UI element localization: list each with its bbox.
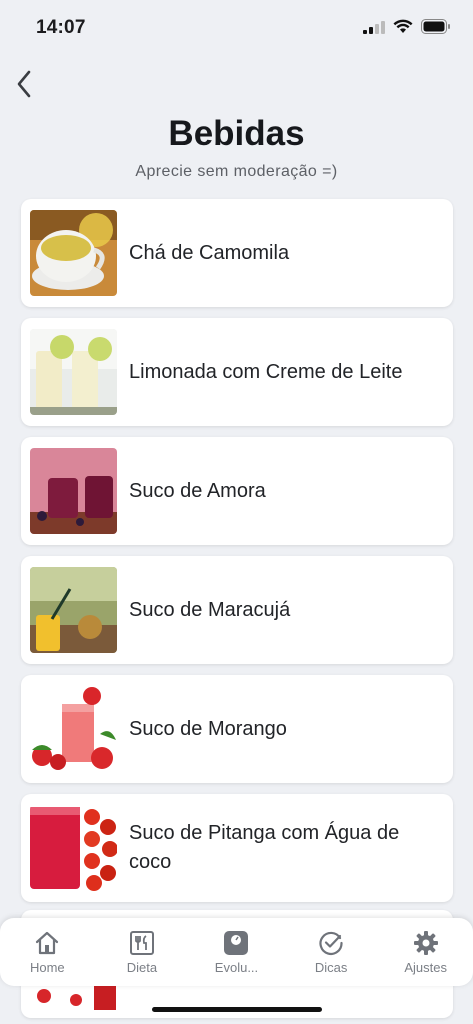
drink-card-limonada-com-creme-de-leite[interactable]: Limonada com Creme de Leite [21, 318, 453, 426]
drink-thumbnail [30, 686, 117, 772]
drink-card-suco-de-morango[interactable]: Suco de Morango [21, 675, 453, 783]
status-icons [363, 19, 451, 34]
chevron-left-icon [17, 70, 31, 98]
drink-thumbnail [30, 329, 117, 415]
tab-label: Dieta [126, 959, 158, 975]
drink-thumbnail [30, 567, 117, 653]
tab-evolution[interactable]: Evolu... [191, 930, 281, 975]
drink-label: Chá de Camomila [129, 241, 290, 264]
page-subtitle: Aprecie sem moderação =) [135, 163, 338, 180]
tab-settings[interactable]: Ajustes [381, 930, 471, 975]
drink-card-cha-de-camomila[interactable]: Chá de Camomila [21, 199, 453, 307]
drink-label: Suco de Amora [129, 479, 266, 502]
drink-thumbnail [30, 448, 117, 534]
back-button[interactable] [8, 66, 40, 102]
tab-home[interactable]: Home [2, 930, 92, 975]
drink-label: Suco de Pitanga com Água de coco [129, 822, 400, 873]
battery-icon [421, 19, 450, 34]
drink-thumbnail [30, 210, 117, 296]
page-title: Bebidas [168, 114, 305, 153]
drink-card-suco-de-pitanga[interactable]: Suco de Pitanga com Água de coco [21, 794, 453, 902]
status-time: 14:07 [36, 17, 86, 38]
drink-card-suco-de-amora[interactable]: Suco de Amora [21, 437, 453, 545]
bottom-tab-bar: Home Dieta Evolu... Dicas Ajustes [0, 918, 473, 986]
drink-card-suco-de-maracuja[interactable]: Suco de Maracujá [21, 556, 453, 664]
status-bar: 14:07 [0, 0, 473, 56]
drink-label: Suco de Maracujá [129, 598, 291, 621]
check-circle-icon [319, 931, 343, 955]
home-icon [36, 931, 59, 954]
drink-thumbnail [30, 805, 117, 891]
drink-label: Suco de Morango [129, 717, 287, 740]
tab-diet[interactable]: Dieta [97, 930, 187, 975]
tab-label: Dicas [314, 959, 348, 975]
drink-list: Chá de Camomila Limonada com Creme de Le… [21, 199, 453, 913]
tab-label: Home [29, 959, 65, 975]
diet-icon [129, 930, 154, 955]
tab-tips[interactable]: Dicas [286, 930, 376, 975]
wifi-icon [393, 19, 413, 33]
home-indicator [152, 1007, 322, 1012]
drink-label: Limonada com Creme de Leite [129, 360, 403, 383]
tab-label: Evolu... [214, 959, 259, 975]
gear-icon [413, 930, 438, 955]
cellular-signal-icon [363, 20, 385, 34]
tab-label: Ajustes [404, 959, 447, 975]
scale-icon [224, 930, 249, 955]
